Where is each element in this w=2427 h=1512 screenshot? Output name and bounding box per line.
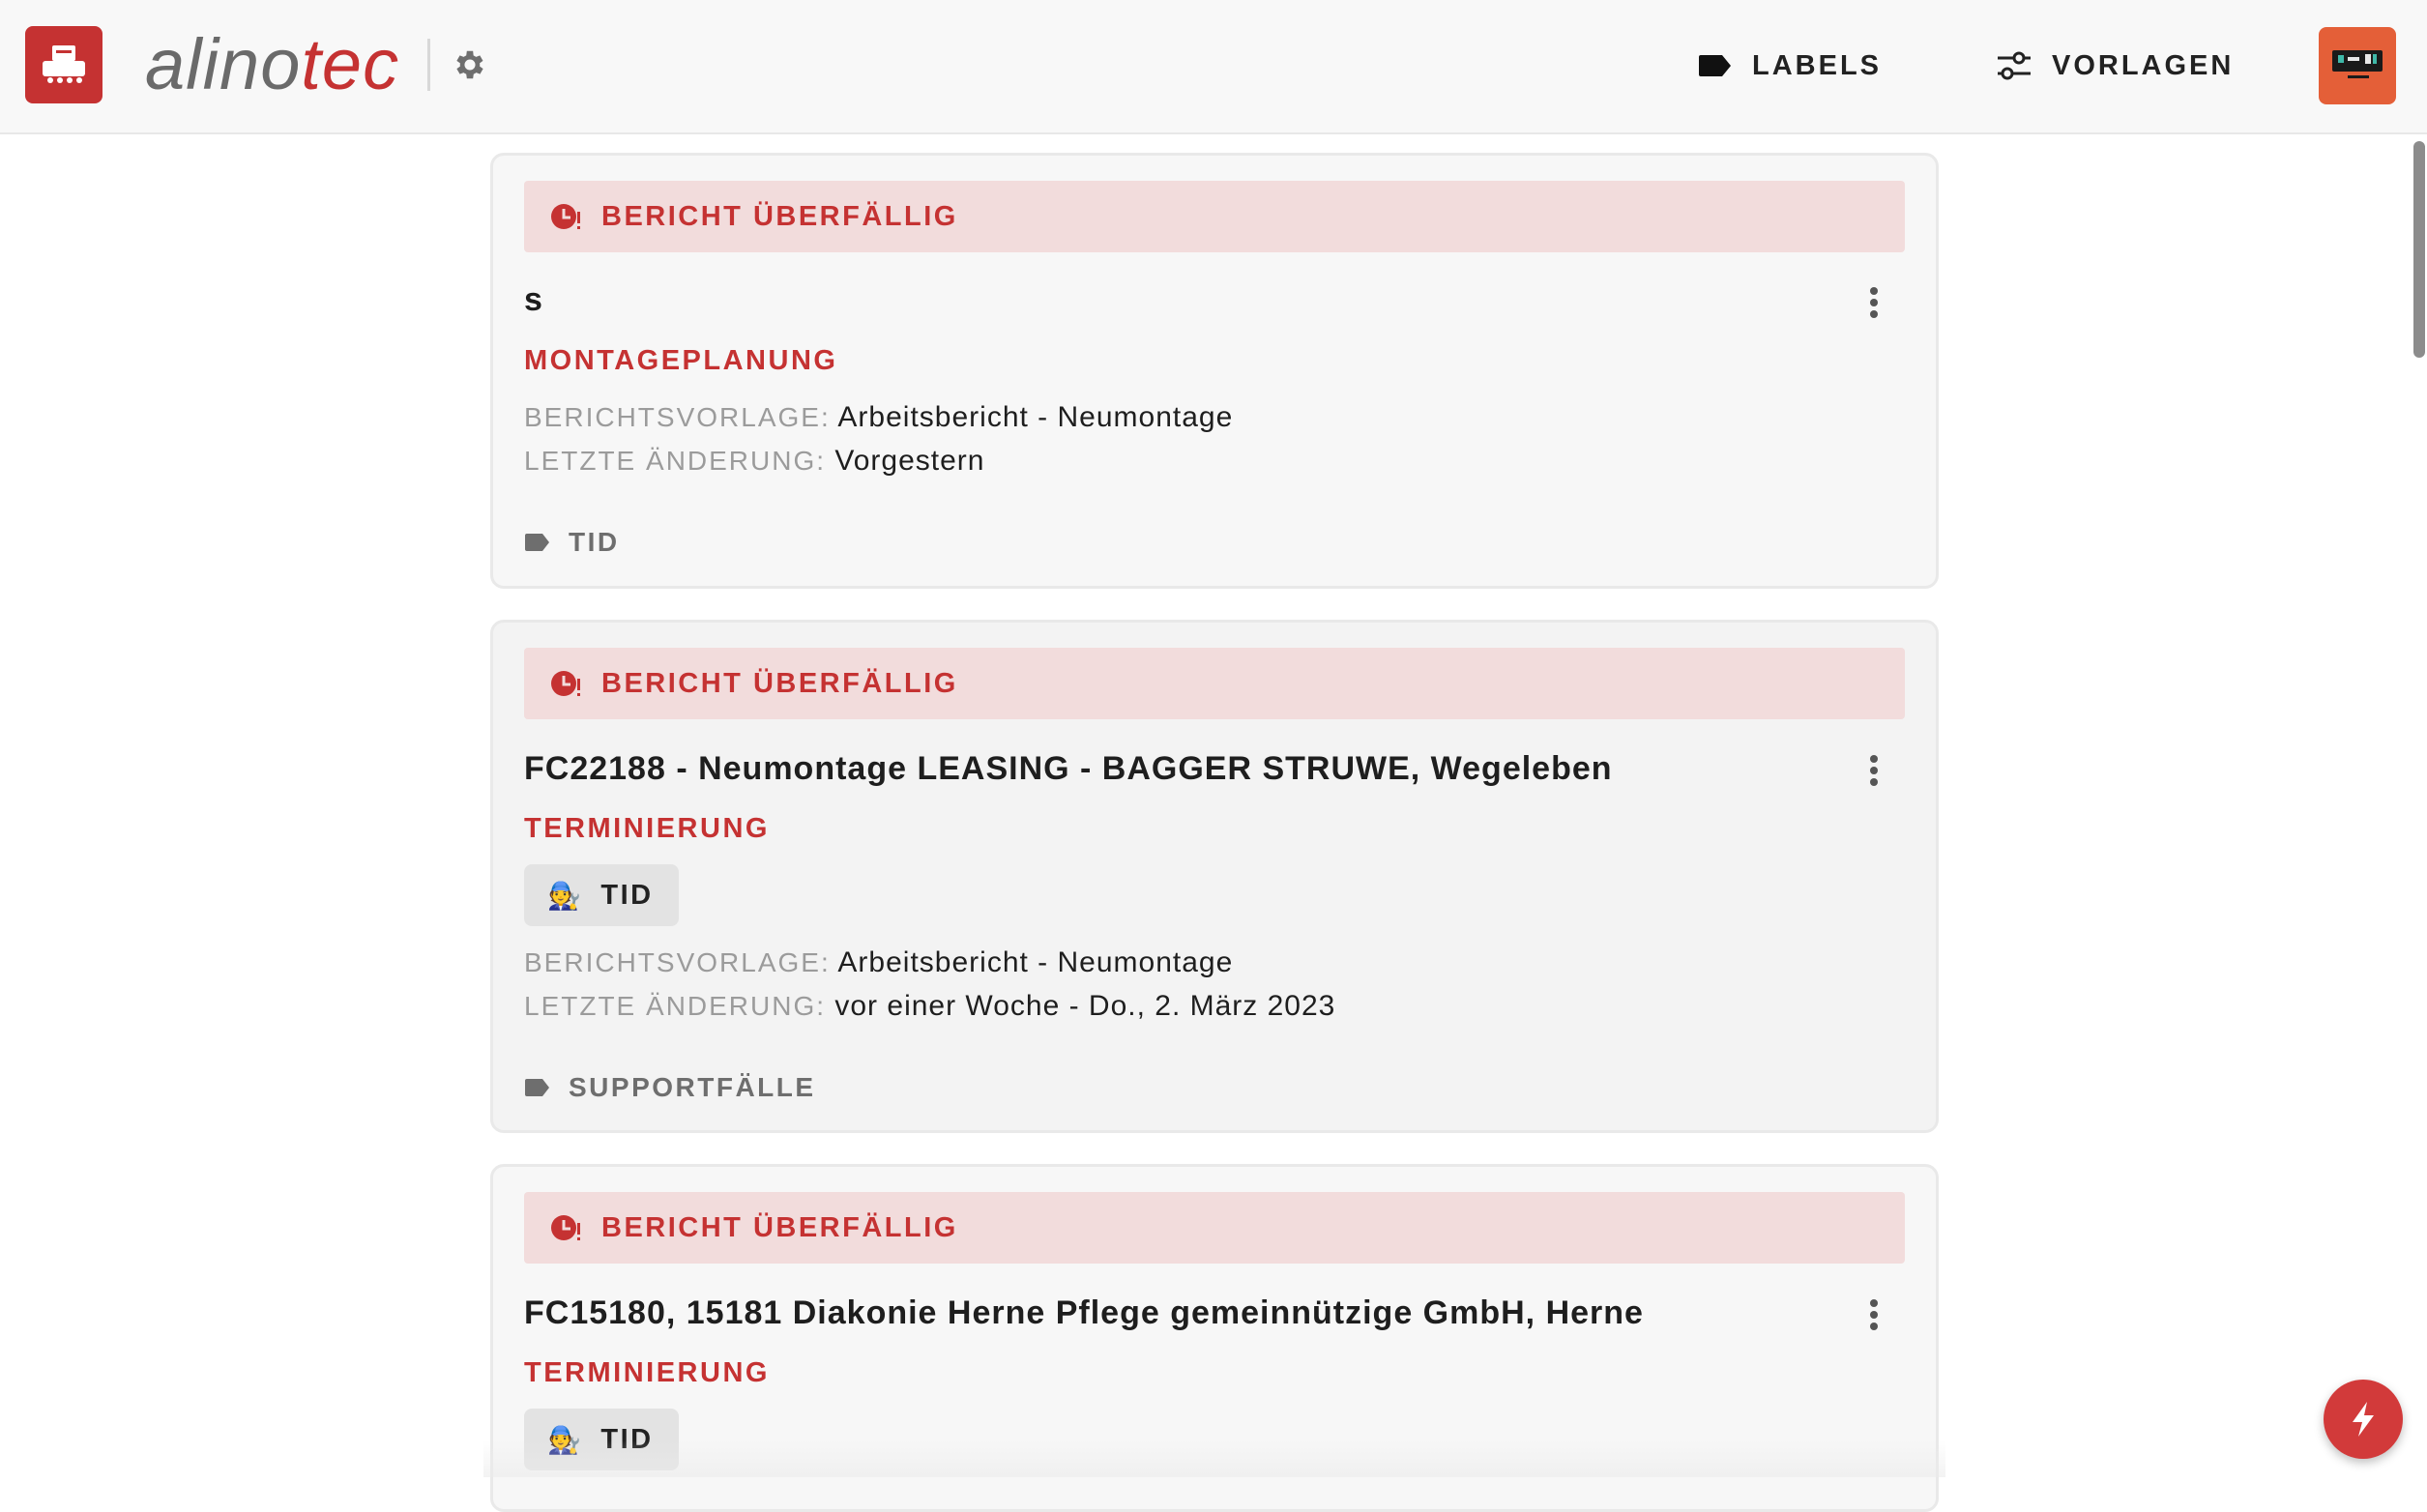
last-change-key: LETZTE ÄNDERUNG:	[524, 446, 827, 476]
vorlagen-button-text: VORLAGEN	[2052, 49, 2235, 81]
more-options-button[interactable]	[1857, 746, 1891, 795]
gear-icon	[456, 50, 483, 79]
device-avatar-icon	[2332, 50, 2383, 78]
template-row: BERICHTSVORLAGE: Arbeitsbericht - Neumon…	[524, 946, 1233, 979]
overdue-banner-text: BERICHT ÜBERFÄLLIG	[601, 1211, 958, 1243]
report-title[interactable]: FC22188 - Neumontage LEASING - BAGGER ST…	[524, 750, 1613, 788]
report-label-text: TID	[569, 527, 620, 557]
report-card[interactable]: BERICHT ÜBERFÄLLIG FC22188 - Neumontage …	[490, 620, 1939, 1133]
clock-alert-icon	[551, 671, 580, 696]
last-change-value: Vorgestern	[834, 445, 985, 477]
vorlagen-button[interactable]: VORLAGEN	[1996, 39, 2234, 93]
template-key: BERICHTSVORLAGE:	[524, 402, 831, 432]
report-label-text: SUPPORTFÄLLE	[569, 1072, 816, 1102]
app-icon[interactable]	[25, 26, 102, 103]
top-bar: alinotec LABELS VORLAGEN	[0, 0, 2427, 134]
assignee-chip[interactable]: 🧑‍🔧 TID	[524, 864, 679, 926]
assignee-text: TID	[600, 879, 654, 911]
logo[interactable]: alinotec	[145, 21, 399, 108]
report-title[interactable]: FC15180, 15181 Diakonie Herne Pflege gem…	[524, 1294, 1644, 1332]
overdue-banner: BERICHT ÜBERFÄLLIG	[524, 648, 1905, 719]
kebab-icon	[1870, 1299, 1878, 1330]
overdue-banner-text: BERICHT ÜBERFÄLLIG	[601, 667, 958, 699]
report-status: MONTAGEPLANUNG	[524, 345, 838, 376]
last-change-row: LETZTE ÄNDERUNG: vor einer Woche - Do., …	[524, 990, 1335, 1023]
labels-button-text: LABELS	[1752, 49, 1882, 81]
template-value: Arbeitsbericht - Neumontage	[837, 401, 1234, 433]
logo-accent: tec	[301, 24, 400, 104]
lightning-icon	[2353, 1402, 2374, 1437]
last-change-value: vor einer Woche - Do., 2. März 2023	[834, 990, 1336, 1022]
template-value: Arbeitsbericht - Neumontage	[837, 946, 1234, 978]
clock-alert-icon	[551, 1215, 580, 1240]
template-row: BERICHTSVORLAGE: Arbeitsbericht - Neumon…	[524, 401, 1233, 434]
settings-button[interactable]	[448, 43, 492, 87]
kebab-icon	[1870, 755, 1878, 786]
overdue-banner: BERICHT ÜBERFÄLLIG	[524, 181, 1905, 252]
avatar[interactable]	[2319, 27, 2396, 104]
label-icon	[525, 534, 549, 551]
label-icon	[1699, 55, 1731, 76]
bottom-fade	[483, 1440, 1945, 1477]
clock-alert-icon	[551, 204, 580, 229]
printer-icon	[43, 45, 85, 83]
report-label[interactable]: SUPPORTFÄLLE	[524, 1072, 816, 1103]
overdue-banner-text: BERICHT ÜBERFÄLLIG	[601, 200, 958, 232]
report-card[interactable]: BERICHT ÜBERFÄLLIG s MONTAGEPLANUNG BERI…	[490, 153, 1939, 589]
report-status: TERMINIERUNG	[524, 813, 770, 844]
overdue-banner: BERICHT ÜBERFÄLLIG	[524, 1192, 1905, 1264]
last-change-row: LETZTE ÄNDERUNG: Vorgestern	[524, 445, 984, 478]
more-options-button[interactable]	[1857, 278, 1891, 327]
logo-main: alino	[145, 24, 302, 104]
label-icon	[525, 1079, 549, 1096]
sliders-icon	[1998, 51, 2031, 80]
last-change-key: LETZTE ÄNDERUNG:	[524, 991, 827, 1021]
template-key: BERICHTSVORLAGE:	[524, 947, 831, 977]
quick-action-button[interactable]	[2324, 1380, 2403, 1459]
labels-button[interactable]: LABELS	[1698, 39, 1882, 93]
logo-divider	[427, 39, 430, 91]
report-title[interactable]: s	[524, 281, 543, 319]
kebab-icon	[1870, 287, 1878, 318]
technician-icon: 🧑‍🔧	[547, 880, 584, 911]
report-status: TERMINIERUNG	[524, 1357, 770, 1388]
more-options-button[interactable]	[1857, 1291, 1891, 1339]
report-label[interactable]: TID	[524, 527, 620, 558]
scrollbar-thumb[interactable]	[2413, 141, 2425, 358]
